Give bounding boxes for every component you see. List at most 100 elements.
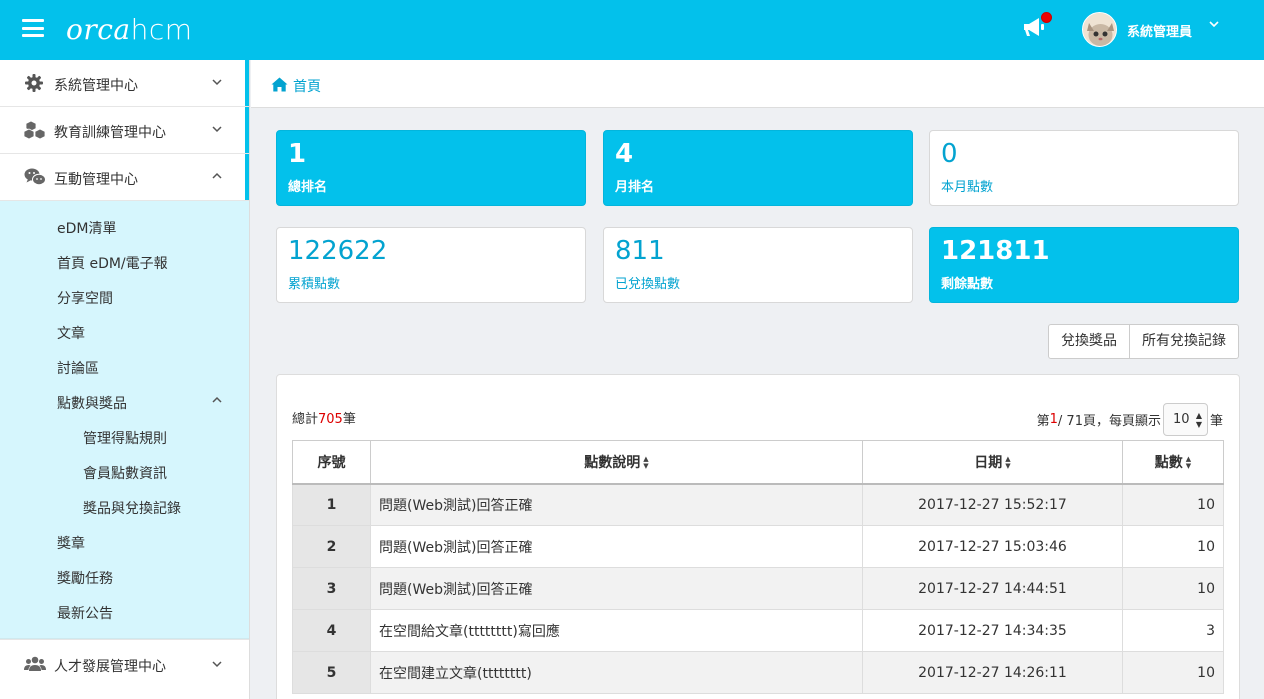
sidebar-item-label: 會員點數資訊 bbox=[83, 466, 167, 482]
table-row: 2 問題(Web測試)回答正確 2017-12-27 15:03:46 10 bbox=[292, 525, 1224, 568]
stat-value: 4 bbox=[615, 139, 634, 169]
total-suffix: 筆 bbox=[342, 412, 356, 427]
stat-card-total-rank: 1 總排名 bbox=[276, 130, 586, 206]
sidebar-item-edm-list[interactable]: eDM清單 bbox=[0, 209, 249, 244]
stat-card-redeemed-points: 811 已兌換點數 bbox=[603, 227, 913, 303]
sidebar-item-forum[interactable]: 討論區 bbox=[0, 349, 249, 384]
table-row: 4 在空間給文章(tttttttt)寫回應 2017-12-27 14:34:3… bbox=[292, 609, 1224, 652]
table-row: 5 在空間建立文章(tttttttt) 2017-12-27 14:26:11 … bbox=[292, 651, 1224, 694]
per-page-value: 10 bbox=[1172, 412, 1190, 427]
col-header-date[interactable]: 日期 ▲ ▼ bbox=[862, 440, 1123, 485]
sort-icon: ▲ ▼ bbox=[1185, 454, 1192, 470]
col-header-label: 點數說明 bbox=[584, 454, 641, 471]
cell-points: 3 bbox=[1122, 609, 1224, 652]
stat-value: 121811 bbox=[941, 236, 1050, 266]
stat-label: 本月點數 bbox=[941, 180, 994, 195]
sidebar-item-home-edm[interactable]: 首頁 eDM/電子報 bbox=[0, 244, 249, 279]
chevron-up-icon bbox=[211, 170, 223, 186]
stat-label: 總排名 bbox=[288, 180, 328, 195]
sidebar-item-reward-tasks[interactable]: 獎勵任務 bbox=[0, 559, 249, 594]
stat-value: 1 bbox=[288, 139, 307, 169]
stat-value: 0 bbox=[941, 139, 958, 169]
action-button-group: 兌換獎品 所有兌換記錄 bbox=[1048, 324, 1239, 359]
sidebar-item-label: 最新公告 bbox=[57, 606, 113, 622]
cell-points: 10 bbox=[1122, 567, 1224, 610]
page-current: 1 bbox=[1049, 412, 1058, 427]
sidebar-item-talent[interactable]: 人才發展管理中心 bbox=[0, 639, 249, 689]
sidebar-item-label: 分享空間 bbox=[57, 291, 113, 307]
sidebar-item-label: 獎品與兌換記錄 bbox=[83, 501, 181, 517]
stat-value: 122622 bbox=[288, 236, 388, 266]
cell-no: 3 bbox=[292, 567, 371, 610]
stat-label: 剩餘點數 bbox=[941, 277, 994, 292]
avatar[interactable] bbox=[1082, 12, 1117, 47]
cell-points: 10 bbox=[1122, 651, 1224, 694]
cell-no: 2 bbox=[292, 525, 371, 568]
sidebar: 系統管理中心 教育訓練管理中心 互動管理中心 eDM清單 首頁 eDM/電子報 … bbox=[0, 60, 250, 699]
page-total-text: / 71頁，每頁顯示 bbox=[1057, 414, 1161, 429]
col-header-no[interactable]: 序號 bbox=[292, 440, 371, 485]
home-icon bbox=[271, 77, 288, 96]
sidebar-item-share-space[interactable]: 分享空間 bbox=[0, 279, 249, 314]
chevron-down-icon[interactable] bbox=[1208, 18, 1220, 34]
sidebar-item-system[interactable]: 系統管理中心 bbox=[0, 60, 249, 107]
page-prefix: 第 bbox=[1036, 414, 1050, 429]
username[interactable]: 系統管理員 bbox=[1127, 21, 1192, 40]
stat-label: 已兌換點數 bbox=[615, 277, 681, 292]
sidebar-item-training[interactable]: 教育訓練管理中心 bbox=[0, 107, 249, 154]
cell-desc: 問題(Web測試)回答正確 bbox=[370, 525, 863, 568]
table-header-row: 序號 點數說明 ▲ ▼ 日期 ▲ ▼ 點數 ▲ ▼ bbox=[292, 440, 1224, 485]
chevron-down-icon bbox=[211, 658, 223, 674]
sidebar-item-label: 文章 bbox=[57, 326, 85, 342]
sidebar-item-announcements[interactable]: 最新公告 bbox=[0, 594, 249, 629]
per-page-suffix: 筆 bbox=[1209, 414, 1223, 429]
sidebar-item-label: 互動管理中心 bbox=[54, 172, 138, 188]
breadcrumb-home[interactable]: 首頁 bbox=[271, 76, 321, 96]
menu-toggle-icon[interactable] bbox=[22, 19, 44, 37]
megaphone-icon[interactable] bbox=[1022, 12, 1052, 42]
sidebar-item-label: 管理得點規則 bbox=[83, 431, 167, 447]
cell-desc: 問題(Web測試)回答正確 bbox=[370, 483, 863, 526]
sidebar-item-label: 教育訓練管理中心 bbox=[54, 125, 166, 141]
sidebar-item-points-prizes[interactable]: 點數與獎品 bbox=[0, 384, 249, 419]
stat-card-accumulated-points: 122622 累積點數 bbox=[276, 227, 586, 303]
sidebar-item-interaction[interactable]: 互動管理中心 bbox=[0, 154, 249, 201]
app-logo[interactable]: orcahcm bbox=[66, 13, 193, 46]
breadcrumb-home-label: 首頁 bbox=[293, 79, 321, 95]
sidebar-item-label: 系統管理中心 bbox=[54, 78, 138, 94]
cell-points: 10 bbox=[1122, 483, 1224, 526]
col-header-desc[interactable]: 點數說明 ▲ ▼ bbox=[370, 440, 863, 485]
redeem-prize-button[interactable]: 兌換獎品 bbox=[1048, 324, 1130, 359]
cell-date: 2017-12-27 15:03:46 bbox=[862, 525, 1123, 568]
col-header-points[interactable]: 點數 ▲ ▼ bbox=[1122, 440, 1224, 485]
breadcrumb: 首頁 bbox=[251, 60, 1264, 108]
sidebar-item-member-points[interactable]: 會員點數資訊 bbox=[0, 454, 249, 489]
sidebar-item-label: 首頁 eDM/電子報 bbox=[57, 256, 168, 272]
cell-points: 10 bbox=[1122, 525, 1224, 568]
select-arrows-icon: ▲ ▼ bbox=[1195, 411, 1202, 429]
sidebar-item-label: eDM清單 bbox=[57, 221, 117, 237]
sidebar-item-badges[interactable]: 獎章 bbox=[0, 524, 249, 559]
col-header-label: 日期 bbox=[974, 454, 1003, 471]
all-redeem-records-button[interactable]: 所有兌換記錄 bbox=[1130, 324, 1239, 359]
sidebar-item-points-rules[interactable]: 管理得點規則 bbox=[0, 419, 249, 454]
cell-date: 2017-12-27 14:44:51 bbox=[862, 567, 1123, 610]
sidebar-item-label: 點數與獎品 bbox=[57, 396, 127, 412]
stat-card-month-points: 0 本月點數 bbox=[929, 130, 1239, 206]
interaction-submenu: eDM清單 首頁 eDM/電子報 分享空間 文章 討論區 點數與獎品 管理得點規… bbox=[0, 201, 249, 639]
cell-no: 5 bbox=[292, 651, 371, 694]
sort-icon: ▲ ▼ bbox=[643, 454, 649, 470]
cubes-icon bbox=[23, 120, 46, 140]
stat-card-remaining-points: 121811 剩餘點數 bbox=[929, 227, 1239, 303]
top-navbar: orcahcm 系統管理員 bbox=[0, 0, 1264, 60]
sidebar-item-articles[interactable]: 文章 bbox=[0, 314, 249, 349]
sidebar-item-label: 人才發展管理中心 bbox=[54, 659, 166, 675]
pagination-info: 第 1/ 71頁，每頁顯示 10 ▲ ▼ 筆 bbox=[1037, 403, 1223, 436]
per-page-select[interactable]: 10 ▲ ▼ bbox=[1162, 403, 1208, 436]
points-table: 序號 點數說明 ▲ ▼ 日期 ▲ ▼ 點數 ▲ ▼ 1 問題(Web測試)回答正確 2017… bbox=[292, 440, 1224, 694]
cell-date: 2017-12-27 15:52:17 bbox=[862, 483, 1123, 526]
sidebar-item-prize-records[interactable]: 獎品與兌換記錄 bbox=[0, 489, 249, 524]
logo-orca-text: orca bbox=[66, 13, 131, 46]
stat-label: 月排名 bbox=[615, 180, 655, 195]
cell-desc: 在空間建立文章(tttttttt) bbox=[370, 651, 863, 694]
